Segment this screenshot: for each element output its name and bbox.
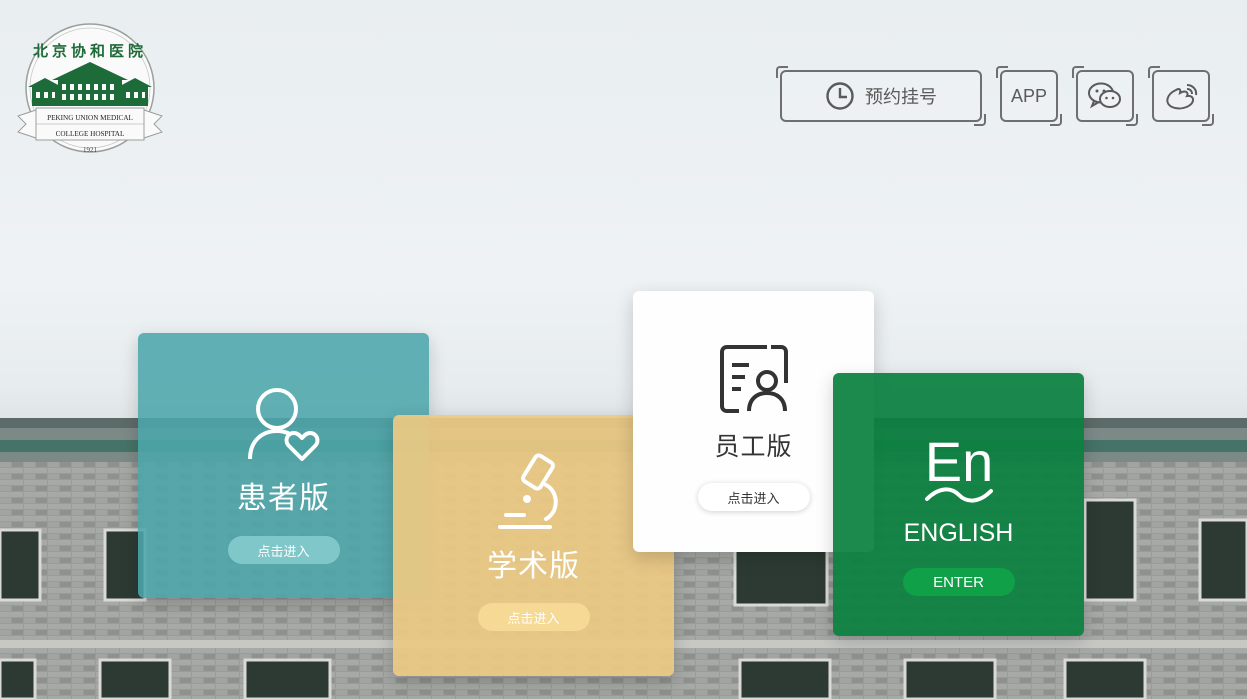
english-card-title: ENGLISH (903, 519, 1014, 547)
english-version-card[interactable]: En ENGLISH ENTER (833, 373, 1084, 636)
wechat-button[interactable] (1072, 66, 1138, 126)
patient-enter-button[interactable]: 点击进入 (227, 536, 340, 564)
english-enter-button[interactable]: ENTER (902, 568, 1015, 596)
wechat-icon (1088, 82, 1121, 109)
hospital-logo[interactable]: 北京协和医院 PEKING UNION MEDICAL COLLEGE HOSP… (14, 20, 176, 160)
logo-en-line1: PEKING UNION MEDICAL (47, 114, 133, 122)
appointment-label: 预约挂号 (865, 87, 937, 108)
clock-icon (826, 82, 854, 110)
appointment-button[interactable]: 预约挂号 (776, 66, 986, 126)
staff-enter-button[interactable]: 点击进入 (697, 483, 810, 511)
logo-en-line2: COLLEGE HOSPITAL (56, 130, 125, 138)
academic-enter-button[interactable]: 点击进入 (477, 603, 590, 631)
weibo-button[interactable] (1148, 66, 1214, 126)
staff-card-title: 员工版 (714, 432, 793, 461)
patient-version-card[interactable]: 患者版 点击进入 (138, 333, 429, 598)
app-label: APP (1010, 85, 1048, 106)
user-heart-icon (247, 388, 319, 461)
microscope-icon (497, 453, 558, 529)
patient-card-title: 患者版 (237, 481, 330, 516)
logo-emblem-icon: 北京协和医院 PEKING UNION MEDICAL COLLEGE HOSP… (17, 23, 163, 154)
staff-id-card-icon (719, 345, 788, 413)
weibo-icon (1166, 84, 1198, 110)
logo-year: 1921 (83, 146, 98, 154)
academic-version-card[interactable]: 学术版 点击进入 (393, 415, 674, 676)
academic-card-title: 学术版 (487, 549, 580, 584)
app-button[interactable]: APP (996, 66, 1062, 126)
logo-cn-name: 北京协和医院 (33, 42, 147, 60)
en-icon: En (924, 430, 993, 503)
en-icon-text: En (924, 430, 993, 493)
